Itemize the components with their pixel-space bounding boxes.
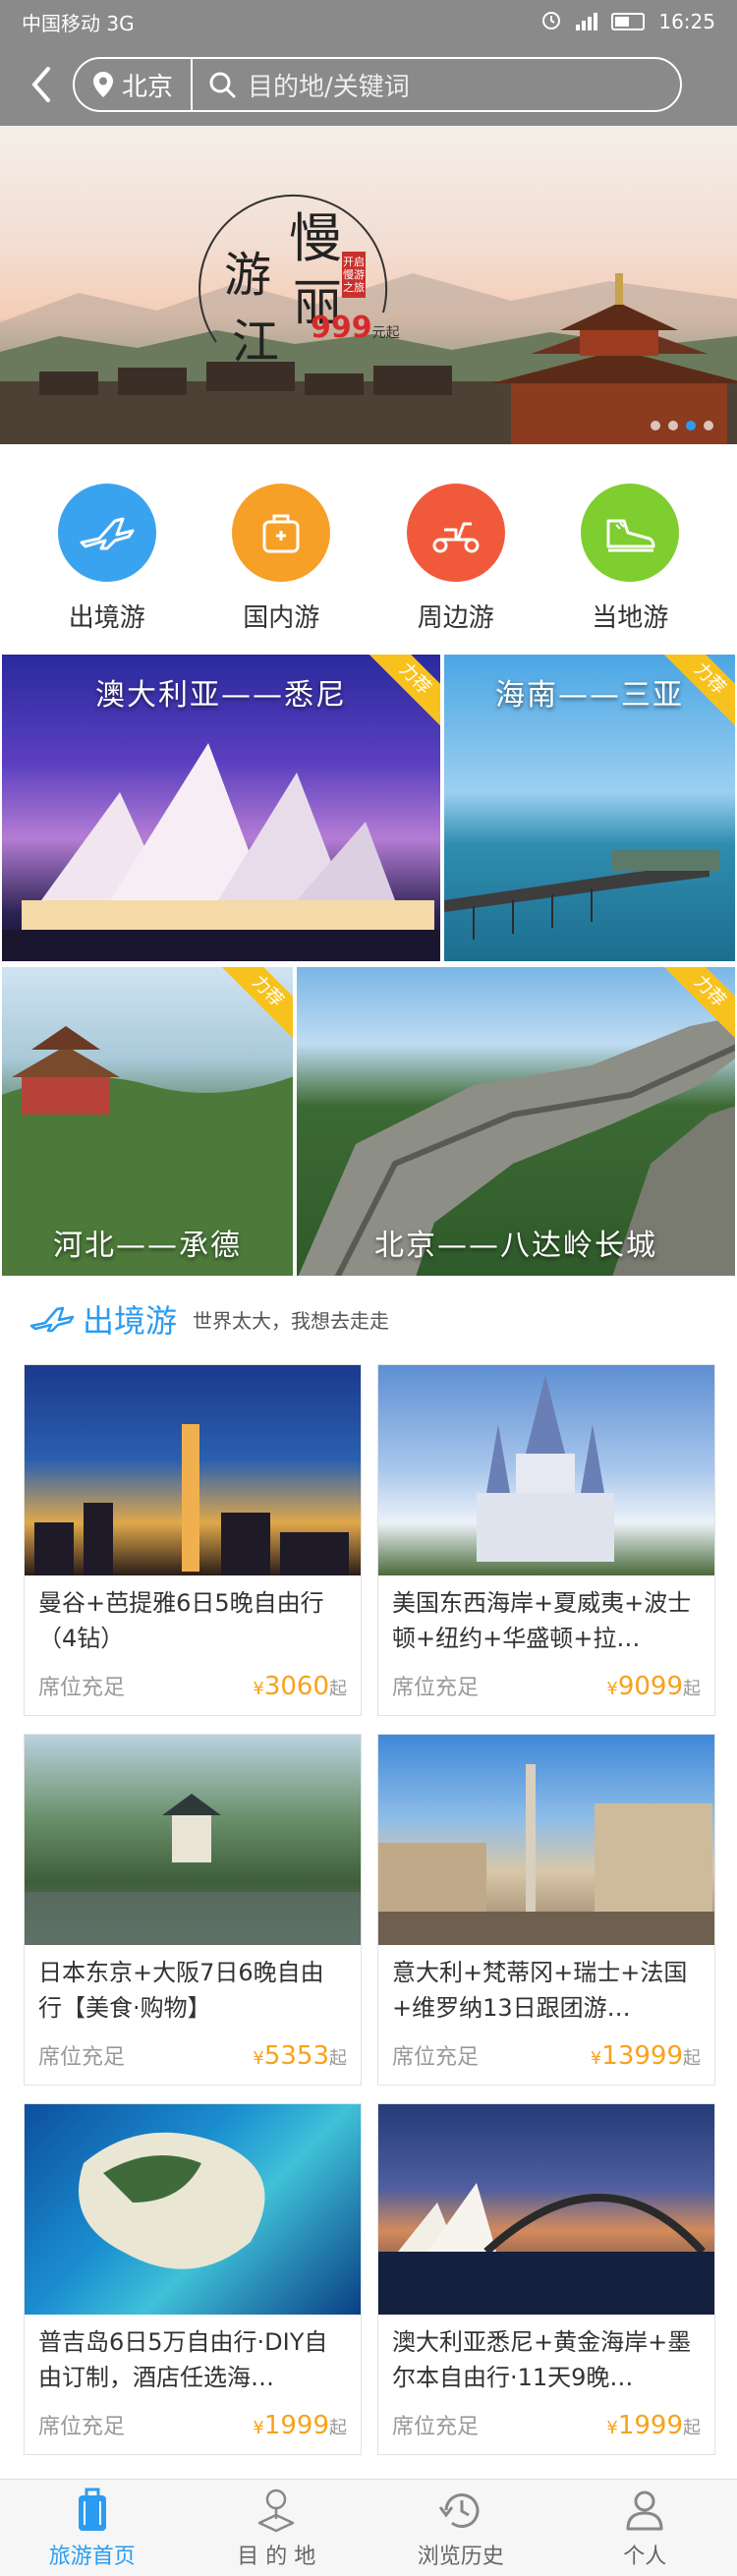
product-photo [378,2104,714,2315]
tab-profile[interactable]: 个人 [553,2480,737,2576]
product-card[interactable]: 意大利+梵蒂冈+瑞士+法国+维罗纳13日跟团游… 席位充足 ¥13999起 [377,1734,715,2086]
product-photo [25,1365,361,1575]
destination-tile[interactable]: 河北——承德 力荐 [0,965,295,1278]
product-card[interactable]: 曼谷+芭提雅6日5晚自由行（4钻） 席位充足 ¥3060起 [24,1364,362,1716]
product-title: 美国东西海岸+夏威夷+波士顿+纽约+华盛顿+拉… [392,1589,692,1652]
product-price: ¥5353起 [253,2041,347,2071]
product-title: 日本东京+大阪7日6晚自由行【美食·购物】 [38,1959,324,2022]
luggage-icon [78,2488,106,2531]
category-label: 出境游 [68,603,145,633]
alarm-icon [540,9,562,35]
search-placeholder: 目的地/关键词 [248,72,410,102]
battery-icon [611,13,646,30]
banner-price: 999元起 [311,311,400,345]
suitcase-icon [232,484,331,582]
back-button[interactable] [22,55,61,114]
product-grid: 曼谷+芭提雅6日5晚自由行（4钻） 席位充足 ¥3060起 美国东西海岸+夏威夷… [0,1358,737,2479]
search-input[interactable]: 目的地/关键词 [193,67,680,103]
history-icon [438,2493,480,2528]
search-icon [209,72,236,98]
banner-pager [651,421,713,430]
destination-label: 澳大利亚——悉尼 [95,678,347,713]
destination-label: 北京——八达岭长城 [374,1229,657,1263]
destination-tile[interactable]: 澳大利亚——悉尼 力荐 [0,653,442,963]
category-label: 国内游 [243,603,320,633]
seat-status: 席位充足 [38,2415,126,2439]
tab-label: 个人 [623,2545,667,2569]
banner-stamp: 开启慢游之旅 [342,252,366,298]
seat-status: 席位充足 [392,2045,480,2070]
tab-history[interactable]: 浏览历史 [368,2480,553,2576]
airplane-icon [29,1306,75,1333]
category-label: 周边游 [417,603,494,633]
product-price: ¥3060起 [253,1672,347,1701]
location-pin-icon [93,72,113,97]
category-outbound[interactable]: 出境游 [33,484,181,651]
sneaker-icon [581,484,680,582]
product-photo [378,1365,714,1575]
carrier-label: 中国移动 3G [22,11,135,35]
category-label: 当地游 [592,603,669,633]
search-box: 北京 目的地/关键词 [73,57,682,112]
scooter-icon [406,484,505,582]
top-header: 北京 目的地/关键词 [0,43,737,126]
airplane-icon [57,484,156,582]
product-price: ¥13999起 [590,2041,701,2071]
product-photo [25,1735,361,1945]
product-card[interactable]: 美国东西海岸+夏威夷+波士顿+纽约+华盛顿+拉… 席位充足 ¥9099起 [377,1364,715,1716]
product-title: 普吉岛6日5万自由行·DIY自由订制，酒店任选海… [38,2328,328,2391]
bottom-tab-bar: 旅游首页 目 的 地 浏览历史 个人 [0,2479,737,2576]
product-title: 意大利+梵蒂冈+瑞士+法国+维罗纳13日跟团游… [392,1959,688,2022]
product-card[interactable]: 澳大利亚悉尼+黄金海岸+墨尔本自由行·11天9晚… 席位充足 ¥1999起 [377,2103,715,2455]
seat-status: 席位充足 [38,1676,126,1700]
destination-tile[interactable]: 北京——八达岭长城 力荐 [295,965,737,1278]
product-photo [378,1735,714,1945]
category-domestic[interactable]: 国内游 [207,484,355,651]
section-header: 出境游 世界太大，我想去走走 [0,1280,737,1358]
tab-home[interactable]: 旅游首页 [0,2480,185,2576]
destination-label: 河北——承德 [53,1229,242,1263]
section-subtitle: 世界太大，我想去走走 [193,1308,390,1333]
tab-label: 浏览历史 [417,2545,504,2569]
product-photo [25,2104,361,2315]
product-price: ¥9099起 [606,1672,701,1701]
tab-label: 旅游首页 [48,2545,136,2569]
city-selector[interactable]: 北京 [75,59,194,110]
clock-label: 16:25 [658,10,715,33]
city-label: 北京 [122,72,174,102]
product-price: ¥1999起 [253,2411,347,2440]
tab-label: 目 的 地 [237,2545,316,2569]
product-title: 澳大利亚悉尼+黄金海岸+墨尔本自由行·11天9晚… [392,2328,692,2391]
map-pin-icon [258,2489,295,2533]
destination-tile[interactable]: 海南——三亚 力荐 [442,653,737,963]
category-nav: 出境游 国内游 周边游 当地游 [0,444,737,651]
product-card[interactable]: 日本东京+大阪7日6晚自由行【美食·购物】 席位充足 ¥5353起 [24,1734,362,2086]
destination-mosaic: 澳大利亚——悉尼 力荐 海南——三亚 力荐 河北——承德 力荐 北京——八达岭长… [0,651,737,1280]
product-card[interactable]: 普吉岛6日5万自由行·DIY自由订制，酒店任选海… 席位充足 ¥1999起 [24,2103,362,2455]
signal-icon [576,13,598,30]
section-title: 出境游 [83,1302,178,1340]
product-title: 曼谷+芭提雅6日5晚自由行（4钻） [38,1589,324,1652]
promo-banner[interactable]: 慢 游 丽 江 开启慢游之旅 999元起 [0,126,737,444]
product-price: ¥1999起 [606,2411,701,2440]
category-local[interactable]: 当地游 [556,484,704,651]
status-bar: 中国移动 3G 16:25 [0,0,737,43]
seat-status: 席位充足 [38,2045,126,2070]
person-icon [626,2490,663,2531]
chevron-left-icon [31,67,50,102]
seat-status: 席位充足 [392,1676,480,1700]
category-nearby[interactable]: 周边游 [382,484,530,651]
seat-status: 席位充足 [392,2415,480,2439]
tab-destination[interactable]: 目 的 地 [185,2480,369,2576]
